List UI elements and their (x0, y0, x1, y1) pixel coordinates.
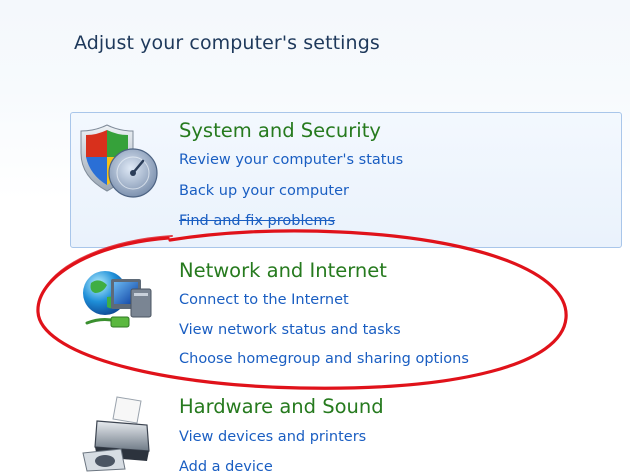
link-back-up-computer[interactable]: Back up your computer (179, 183, 349, 199)
category-title[interactable]: Hardware and Sound (179, 395, 384, 418)
category-title[interactable]: System and Security (179, 119, 381, 142)
link-add-a-device[interactable]: Add a device (179, 459, 273, 475)
category-hardware-and-sound[interactable]: Hardware and Sound View devices and prin… (70, 390, 622, 475)
network-globe-icon (83, 271, 152, 328)
shield-icon (80, 124, 158, 198)
printer-icon (82, 396, 150, 472)
page-title: Adjust your computer's settings (74, 32, 380, 54)
category-title[interactable]: Network and Internet (179, 259, 387, 282)
category-network-and-internet[interactable]: Network and Internet Connect to the Inte… (70, 252, 622, 382)
link-find-and-fix-problems[interactable]: Find and fix problems (179, 213, 335, 229)
category-system-and-security[interactable]: System and Security Review your computer… (70, 112, 622, 248)
link-review-computer-status[interactable]: Review your computer's status (179, 152, 403, 168)
link-view-devices-printers[interactable]: View devices and printers (179, 429, 366, 445)
link-choose-homegroup-sharing[interactable]: Choose homegroup and sharing options (179, 351, 469, 367)
link-connect-to-internet[interactable]: Connect to the Internet (179, 292, 349, 308)
link-view-network-status[interactable]: View network status and tasks (179, 322, 401, 338)
